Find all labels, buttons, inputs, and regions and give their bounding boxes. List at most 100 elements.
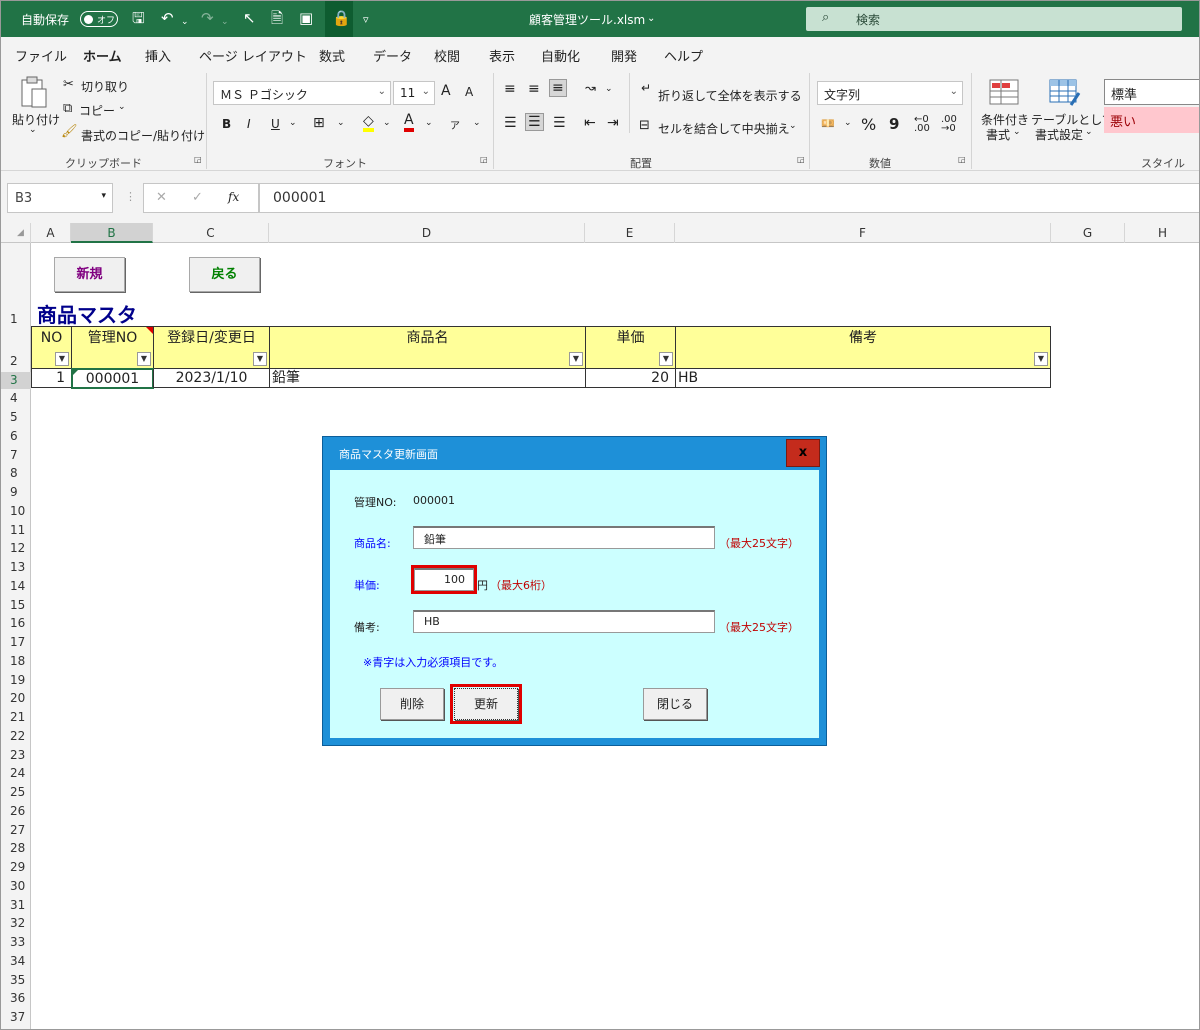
copy-button[interactable]: コピー xyxy=(79,102,115,119)
drag-handle-icon[interactable]: ⋮ xyxy=(125,190,136,203)
underline-button[interactable]: U xyxy=(271,117,280,131)
cancel-icon[interactable]: ✕ xyxy=(156,190,167,205)
align-middle-icon[interactable]: ≡ xyxy=(528,81,540,97)
font-color-icon[interactable]: A xyxy=(404,113,414,132)
row-header-7[interactable]: 7 xyxy=(1,447,31,463)
row-header-9[interactable]: 9 xyxy=(1,484,31,500)
underline-dropdown-icon[interactable]: ⌄ xyxy=(289,118,297,128)
filter-dropdown-icon[interactable]: ▼ xyxy=(659,352,673,366)
row-header-19[interactable]: 19 xyxy=(1,672,31,688)
row-header-15[interactable]: 15 xyxy=(1,597,31,613)
delete-button[interactable]: 削除 xyxy=(380,688,444,720)
select-all-corner[interactable]: ◢ xyxy=(1,223,31,243)
row-header-24[interactable]: 24 xyxy=(1,765,31,781)
enter-icon[interactable]: ✓ xyxy=(192,190,203,205)
redo-dropdown-icon[interactable]: ⌄ xyxy=(221,14,229,30)
tab-developer[interactable]: 開発 xyxy=(611,46,637,65)
align-left-icon[interactable]: ☰ xyxy=(504,115,517,131)
number-format-select[interactable]: 文字列 ⌄ xyxy=(817,81,963,105)
new-button[interactable]: 新規 xyxy=(54,257,125,292)
row-header-31[interactable]: 31 xyxy=(1,897,31,913)
row-header-36[interactable]: 36 xyxy=(1,990,31,1006)
row-header-32[interactable]: 32 xyxy=(1,915,31,931)
row-header-8[interactable]: 8 xyxy=(1,465,31,481)
increase-decimal-icon[interactable]: ←0.00 xyxy=(914,115,930,134)
row-header-37[interactable]: 37 xyxy=(1,1009,31,1025)
border-icon[interactable]: ⊞ xyxy=(313,115,325,131)
grow-font-icon[interactable]: A xyxy=(441,83,451,99)
shrink-font-icon[interactable]: A xyxy=(465,85,473,99)
row-header-21[interactable]: 21 xyxy=(1,709,31,725)
row-header-10[interactable]: 10 xyxy=(1,503,31,519)
tab-page-layout[interactable]: ページ レイアウト xyxy=(199,46,307,65)
bold-button[interactable]: B xyxy=(222,117,231,131)
dialog-title-bar[interactable]: 商品マスタ更新画面 x xyxy=(323,437,826,469)
cell-name[interactable]: 鉛筆 xyxy=(269,369,586,388)
row-header-27[interactable]: 27 xyxy=(1,822,31,838)
tab-formulas[interactable]: 数式 xyxy=(319,46,345,65)
decrease-decimal-icon[interactable]: .00 →0 xyxy=(941,115,957,134)
row-header-6[interactable]: 6 xyxy=(1,428,31,444)
filter-dropdown-icon[interactable]: ▼ xyxy=(1034,352,1048,366)
font-color-dropdown-icon[interactable]: ⌄ xyxy=(425,118,433,128)
undo-icon[interactable]: ↶ xyxy=(161,10,174,26)
percent-button[interactable]: % xyxy=(861,115,876,134)
align-right-icon[interactable]: ☰ xyxy=(553,115,566,131)
header-note[interactable]: 備考 ▼ xyxy=(675,326,1051,369)
redo-icon[interactable]: ↷ xyxy=(201,10,214,26)
save-icon[interactable]: 🖫 xyxy=(132,10,145,26)
row-header-34[interactable]: 34 xyxy=(1,953,31,969)
note-input[interactable]: HB xyxy=(413,610,715,633)
row-header-16[interactable]: 16 xyxy=(1,615,31,631)
tab-insert[interactable]: 挿入 xyxy=(145,46,171,65)
search-box[interactable]: ⌕ 検索 xyxy=(806,7,1182,31)
comma-button[interactable]: 9 xyxy=(889,115,899,133)
orientation-dropdown-icon[interactable]: ⌄ xyxy=(605,84,613,94)
align-bottom-icon[interactable]: ≡ xyxy=(549,79,567,97)
row-header-13[interactable]: 13 xyxy=(1,559,31,575)
name-input[interactable]: 鉛筆 xyxy=(413,526,715,549)
cell-no[interactable]: 1 xyxy=(31,369,72,388)
row-header-4[interactable]: 4 xyxy=(1,390,31,406)
filter-dropdown-icon[interactable]: ▼ xyxy=(55,352,69,366)
conditional-dropdown-icon[interactable]: ⌄ xyxy=(1013,127,1021,137)
accounting-dropdown-icon[interactable]: ⌄ xyxy=(844,118,852,128)
fill-dropdown-icon[interactable]: ⌄ xyxy=(383,118,391,128)
font-launcher-icon[interactable]: ◲ xyxy=(480,155,488,164)
cell-date[interactable]: 2023/1/10 xyxy=(153,369,270,388)
filter-dropdown-icon[interactable]: ▼ xyxy=(569,352,583,366)
paste-button[interactable]: 貼り付け ⌄ xyxy=(12,75,60,143)
select-pointer-icon[interactable]: ↖ xyxy=(243,10,256,26)
picture-icon[interactable]: ▣ xyxy=(299,10,313,26)
row-header-35[interactable]: 35 xyxy=(1,972,31,988)
copy-icon[interactable]: ⧉ xyxy=(63,101,72,116)
autosave-toggle[interactable]: オフ xyxy=(80,11,118,27)
cell-price[interactable]: 20 xyxy=(585,369,676,388)
cell-code-selected[interactable]: 000001 xyxy=(71,368,154,389)
row-header-33[interactable]: 33 xyxy=(1,934,31,950)
fill-color-icon[interactable]: ◇ xyxy=(363,114,374,132)
chevron-down-icon[interactable]: ⌄ xyxy=(647,13,655,24)
row-header-18[interactable]: 18 xyxy=(1,653,31,669)
font-name-select[interactable]: ＭＳ Ｐゴシック ⌄ xyxy=(213,81,391,105)
name-box[interactable]: B3 ▾ xyxy=(7,183,113,213)
style-normal[interactable]: 標準 xyxy=(1104,79,1199,105)
border-dropdown-icon[interactable]: ⌄ xyxy=(337,118,345,128)
align-top-icon[interactable]: ≡ xyxy=(504,81,516,97)
clipboard-launcher-icon[interactable]: ◲ xyxy=(194,155,202,164)
increase-indent-icon[interactable]: ⇥ xyxy=(607,115,619,131)
lock-button[interactable]: 🔒 xyxy=(325,1,353,37)
header-no[interactable]: NO ▼ xyxy=(31,326,72,369)
dialog-close-button[interactable]: x xyxy=(786,439,820,467)
header-price[interactable]: 単価 ▼ xyxy=(585,326,676,369)
header-name[interactable]: 商品名 ▼ xyxy=(269,326,586,369)
column-header-a[interactable]: A xyxy=(31,223,71,243)
close-button[interactable]: 閉じる xyxy=(643,688,707,720)
tab-file[interactable]: ファイル xyxy=(15,46,67,65)
align-center-icon[interactable]: ☰ xyxy=(525,113,544,131)
tab-data[interactable]: データ xyxy=(373,46,412,65)
row-header-20[interactable]: 20 xyxy=(1,690,31,706)
tab-home[interactable]: ホーム xyxy=(83,46,122,71)
conditional-format-label-2[interactable]: 書式 xyxy=(986,126,1010,143)
format-painter-icon[interactable]: 🖌 xyxy=(61,124,78,139)
